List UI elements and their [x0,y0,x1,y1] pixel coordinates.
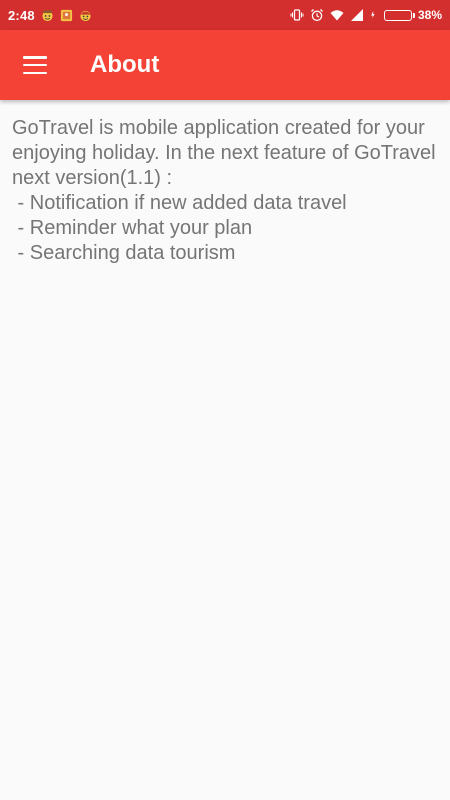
battery-indicator: 38% [383,8,442,22]
feature-item: - Reminder what your plan [12,217,253,239]
signal-icon [350,9,363,21]
status-bar: 2:48 38% [0,0,450,30]
wifi-icon [330,10,344,21]
vibrate-icon [290,9,304,21]
about-intro: GoTravel is mobile application created f… [12,117,436,189]
status-time: 2:48 [8,7,35,23]
battery-percent: 38% [417,8,442,22]
battery-icon [383,9,412,21]
battery-tip [412,12,415,18]
status-right: 38% [290,8,442,22]
gallery-icon [60,9,72,21]
status-left: 2:48 [8,8,92,23]
alarm-icon [311,9,323,22]
charging-icon [371,11,375,19]
hamburger-menu-icon [23,56,47,74]
app-bar: About [0,30,450,100]
about-content: GoTravel is mobile application created f… [12,116,438,266]
emoji-face-icon [42,9,53,21]
menu-button[interactable] [0,30,70,100]
feature-item: - Searching data tourism [12,242,236,264]
emoji-face-icon [80,10,91,21]
feature-item: - Notification if new added data travel [12,192,347,214]
page-title: About [90,51,160,78]
